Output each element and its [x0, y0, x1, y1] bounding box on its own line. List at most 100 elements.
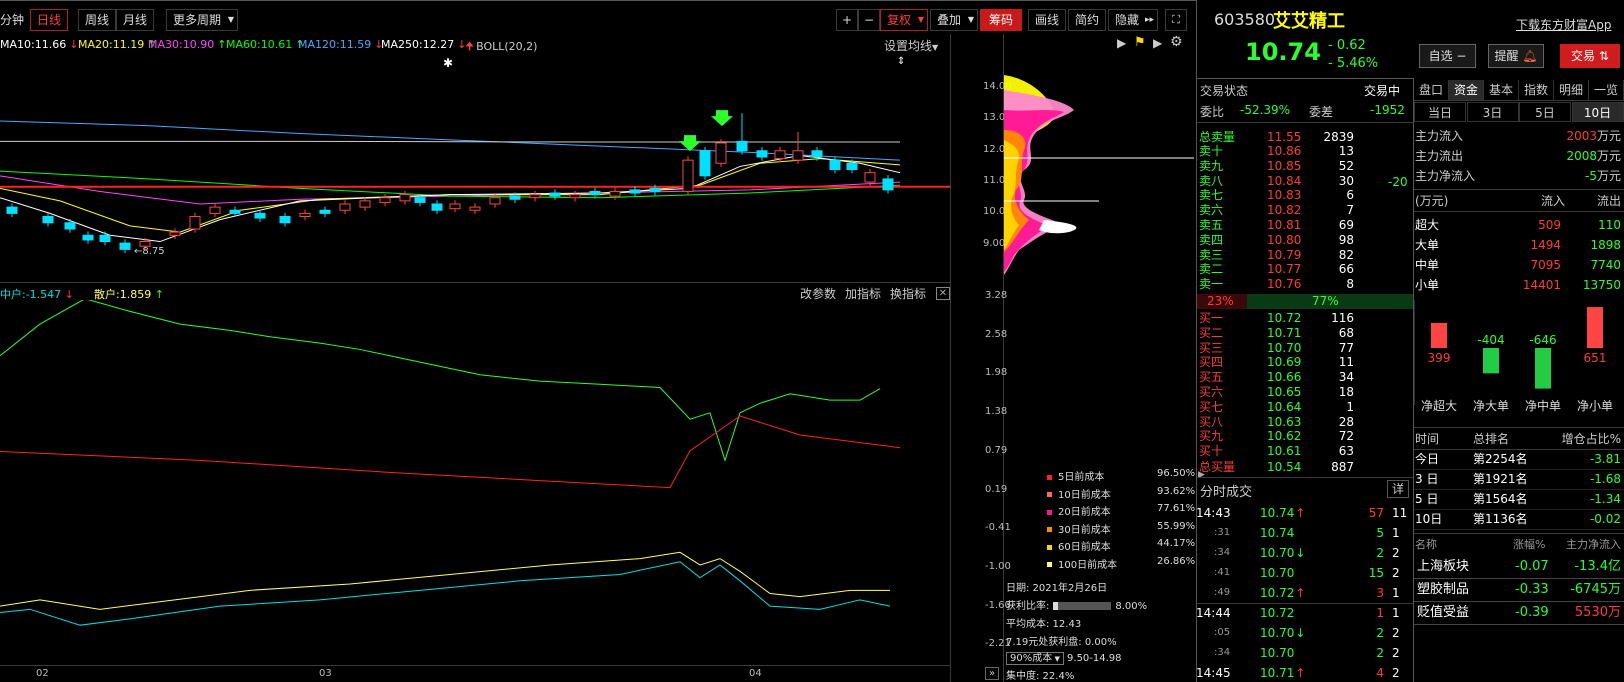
chips-button[interactable]: 筹码	[980, 9, 1022, 31]
minute-tab[interactable]: 分钟	[0, 9, 24, 31]
flow-value-wrap: 2008万元	[1566, 146, 1621, 166]
rank-row: 10日 第1136名 -0.02	[1415, 510, 1621, 528]
chip-peak	[1039, 220, 1077, 234]
sector-flow: 5530万	[1574, 605, 1621, 620]
ma-settings-link[interactable]: 设置均线▼	[884, 37, 938, 54]
overlay-button[interactable]: 叠加 ▼	[930, 9, 979, 31]
gear-icon[interactable]: ⚙	[1170, 34, 1183, 50]
add-watchlist-button[interactable]: 自选 −	[1419, 44, 1476, 68]
ob-price: 10.85	[1267, 158, 1302, 173]
net-bar	[1535, 348, 1551, 389]
tabs-underline	[1414, 100, 1624, 101]
flag-icon[interactable]: ⚑	[1134, 35, 1146, 50]
ob-volume: 1	[1346, 399, 1354, 414]
sector-row[interactable]: 贬值受益 -0.39 5530万	[1415, 603, 1621, 623]
period-tab-3[interactable]: 10日	[1571, 102, 1624, 122]
ob-label: 卖四	[1199, 232, 1224, 247]
candle-body	[846, 162, 858, 171]
ticks-detail-button[interactable]: 详	[1387, 480, 1409, 498]
indicator-tick: 0.19	[985, 483, 1008, 495]
ma-value: MA10:11.66	[0, 38, 67, 51]
play-icon[interactable]: ▶	[1153, 36, 1162, 50]
tab-4[interactable]: 明细	[1554, 80, 1589, 100]
tab-weekly[interactable]: 周线	[78, 9, 117, 31]
flow-row: 主力净流入 -5万元	[1415, 166, 1621, 186]
zoom-in-button[interactable]: +	[836, 9, 858, 31]
tick-price: 10.74↑	[1260, 506, 1306, 520]
legend-swatch	[1047, 474, 1052, 480]
candle-body	[699, 150, 711, 177]
candle-body	[279, 216, 291, 224]
flow-value-wrap: -5万元	[1585, 166, 1621, 186]
chip-concentration: 集中度: 22.4%	[1006, 671, 1075, 682]
tab-0[interactable]: 盘口	[1414, 80, 1449, 100]
period-tab-0[interactable]: 当日	[1414, 102, 1466, 122]
tick-row: 14:44 10.72 1 1	[1196, 603, 1406, 623]
expand-icon[interactable]: »	[985, 667, 999, 680]
price-change-pct: - 5.46%	[1328, 56, 1379, 71]
ob-price: 10.81	[1267, 218, 1302, 232]
ma-value: MA250:12.27	[381, 38, 455, 51]
row-name: 小单	[1415, 278, 1440, 292]
sell-delta: -20	[1388, 175, 1408, 189]
tick-count: 2	[1392, 646, 1400, 660]
candle-body	[649, 187, 661, 192]
legend-label: 100日前成本	[1058, 559, 1118, 571]
download-app-link[interactable]: 下载东方财富App	[1516, 16, 1611, 33]
net-bar-label: 净大单	[1473, 399, 1509, 413]
tab-2[interactable]: 基本	[1484, 80, 1519, 100]
trade-button[interactable]: 交易 ⇅	[1560, 44, 1620, 68]
ob-label: 买六	[1199, 385, 1224, 399]
ob-label: 买四	[1199, 355, 1224, 370]
buy-row: 买一 10.72 116	[1199, 311, 1354, 325]
ob-volume: 11	[1338, 355, 1354, 370]
x-label-feb: 02	[36, 668, 49, 679]
close-icon[interactable]: ✕	[936, 287, 950, 300]
bars-divider	[1414, 427, 1624, 428]
ma-value: MA30:10.90	[148, 38, 215, 51]
tab-daily[interactable]: 日线	[30, 9, 69, 31]
legend-label: 20日前成本	[1058, 507, 1111, 518]
hide-button[interactable]: 隐藏 ▸▸	[1108, 9, 1159, 31]
tab-monthly[interactable]: 月线	[116, 9, 155, 31]
hide-label: 隐藏	[1115, 13, 1140, 27]
sector-row[interactable]: 上海板块 -0.07 -13.4亿	[1415, 557, 1621, 577]
tab-3[interactable]: 指数	[1519, 80, 1554, 100]
sector-col-chg: 涨幅%	[1513, 538, 1546, 551]
adjust-button[interactable]: 复权 ▼	[880, 9, 929, 31]
tick-volume: 3	[1376, 586, 1384, 600]
ob-label: 卖七	[1199, 188, 1224, 203]
zoom-out-button[interactable]: −	[858, 9, 880, 31]
simple-button[interactable]: 简约	[1068, 9, 1107, 31]
stock-code: 603580	[1214, 10, 1276, 29]
tab-5[interactable]: 一览	[1589, 80, 1624, 100]
period-tab-2[interactable]: 5日	[1519, 102, 1571, 122]
draw-line-button[interactable]: 画线	[1028, 9, 1067, 31]
tick-time: 14:44	[1196, 606, 1231, 620]
legend-swatch	[1047, 509, 1052, 515]
ob-label: 总买量	[1199, 460, 1236, 474]
fullscreen-icon[interactable]: ⛶	[1165, 9, 1187, 31]
tab-1[interactable]: 资金	[1449, 80, 1484, 100]
overlay-label: 叠加	[937, 13, 962, 27]
period-tab-1[interactable]: 3日	[1466, 102, 1519, 122]
sector-col-name: 名称	[1415, 538, 1437, 551]
rank-pct: -0.02	[1589, 512, 1621, 526]
legend-label: 5日前成本	[1058, 472, 1105, 483]
buy-row: 买九 10.62 72	[1199, 429, 1354, 443]
tick-price: 10.72	[1260, 606, 1295, 620]
sector-row[interactable]: 塑胶制品 -0.33 -6745万	[1415, 580, 1621, 600]
candle-body	[229, 209, 241, 214]
cost-select[interactable]: 90%成本 ▼	[1006, 652, 1064, 665]
ma-value: MA20:11.19	[78, 38, 145, 51]
cost-range: 9.50-14.98	[1067, 653, 1122, 664]
ob-label: 卖一	[1199, 277, 1224, 292]
alert-button[interactable]: 提醒 🔔︎	[1488, 44, 1544, 68]
candle-body	[589, 190, 601, 196]
candle-body	[414, 197, 426, 203]
play-icon[interactable]: ▶	[1117, 36, 1126, 50]
tab-more-periods[interactable]: 更多周期 ▼	[166, 9, 239, 31]
ma-item: MA30:10.90 ↑	[148, 38, 226, 51]
candle-body	[529, 194, 541, 199]
buy-row: 买五 10.66 34	[1199, 370, 1354, 384]
